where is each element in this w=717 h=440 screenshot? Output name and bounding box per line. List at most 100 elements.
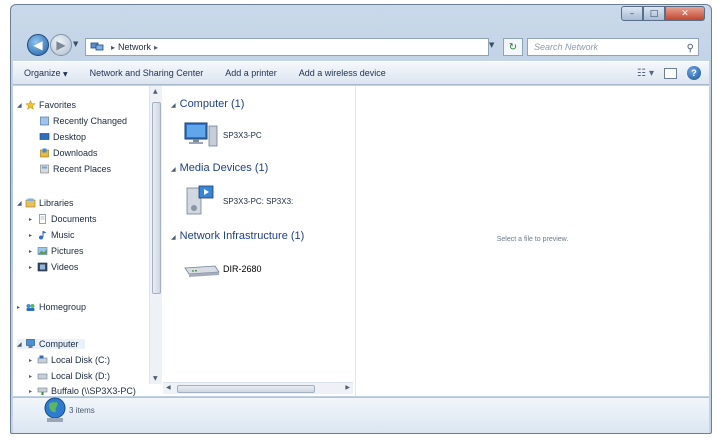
file-item-computer[interactable]: SP3X3-PC: [181, 120, 262, 150]
group-header-media-devices[interactable]: ◢ Media Devices (1): [171, 162, 268, 174]
expand-icon[interactable]: ▸: [29, 373, 35, 380]
group-header-label: Media Devices (1): [179, 162, 269, 174]
help-icon[interactable]: ?: [687, 66, 701, 80]
scroll-down-icon[interactable]: ▼: [153, 375, 158, 382]
recently-changed-icon: [40, 116, 49, 126]
media-device-icon: [186, 185, 214, 215]
organize-label: Organize: [24, 68, 61, 78]
close-button[interactable]: ✕: [665, 6, 705, 21]
network-icon: [90, 42, 104, 51]
scroll-left-icon[interactable]: ◀: [166, 384, 171, 391]
group-header-computer[interactable]: ◢ Computer (1): [171, 98, 244, 110]
nav-favorites[interactable]: ◢ Favorites: [17, 100, 76, 110]
nav-item-label: Music: [51, 230, 75, 240]
scroll-thumb[interactable]: [152, 102, 161, 294]
documents-icon: [39, 214, 46, 224]
nav-videos[interactable]: ▸ Videos: [29, 262, 78, 272]
search-input[interactable]: Search Network ⚲: [527, 38, 699, 56]
preview-pane-icon[interactable]: [664, 67, 677, 79]
network-sharing-center-button[interactable]: Network and Sharing Center: [79, 68, 215, 78]
nav-item-label: Recent Places: [53, 164, 112, 174]
collapse-group-icon[interactable]: ◢: [171, 102, 176, 109]
window-controls: – □ ✕: [621, 6, 705, 21]
nav-item-label: Videos: [51, 262, 79, 272]
forward-button[interactable]: ▶: [50, 34, 72, 56]
nav-item-label: Local Disk (C:): [51, 355, 111, 365]
scroll-right-icon[interactable]: ▶: [345, 384, 350, 391]
nav-pane-scrollbar[interactable]: ▲ ▼: [149, 86, 162, 384]
organize-button[interactable]: Organize ▼: [13, 68, 79, 78]
file-item-router[interactable]: DIR-2680: [181, 258, 262, 280]
nav-music[interactable]: ▸ Music: [29, 230, 75, 240]
nav-pictures[interactable]: ▸ Pictures: [29, 246, 84, 256]
file-list-horizontal-scrollbar[interactable]: ◀ ▶: [163, 382, 353, 394]
command-bar: Organize ▼ Network and Sharing Center Ad…: [13, 61, 709, 85]
collapse-group-icon[interactable]: ◢: [171, 166, 176, 173]
expand-icon[interactable]: ▸: [29, 248, 35, 255]
nav-item-label: Documents: [51, 214, 97, 224]
collapse-icon[interactable]: ◢: [17, 341, 23, 348]
expand-icon[interactable]: ▸: [29, 232, 35, 239]
preview-pane: Select a file to preview.: [355, 86, 709, 396]
back-button[interactable]: ◀: [27, 34, 49, 56]
nav-desktop[interactable]: Desktop: [39, 132, 86, 142]
group-header-label: Network Infrastructure (1): [179, 230, 305, 242]
minimize-button[interactable]: –: [621, 6, 643, 21]
computer-icon: [26, 339, 35, 348]
nav-recent-places[interactable]: Recent Places: [39, 164, 111, 174]
breadcrumb-network[interactable]: Network: [118, 42, 151, 52]
file-item-label: SP3X3-PC: [223, 130, 262, 140]
nav-recently-changed[interactable]: Recently Changed: [39, 116, 127, 126]
chevron-down-icon: ▼: [63, 71, 68, 78]
nav-homegroup-label: Homegroup: [39, 302, 87, 312]
desktop-icon: [39, 133, 50, 140]
refresh-button[interactable]: ↻: [503, 38, 523, 56]
search-icon[interactable]: ⚲: [687, 41, 694, 57]
expand-icon[interactable]: ▸: [29, 216, 35, 223]
expand-icon[interactable]: ▸: [29, 357, 35, 364]
address-bar[interactable]: ▸ Network ▸: [85, 38, 489, 56]
expand-icon[interactable]: ▸: [29, 388, 35, 395]
maximize-button[interactable]: □: [643, 6, 665, 21]
star-icon: [25, 100, 36, 110]
change-view-icon[interactable]: ☷ ▾: [637, 68, 654, 79]
collapse-group-icon[interactable]: ◢: [171, 234, 176, 241]
expand-icon[interactable]: ▸: [29, 264, 35, 271]
add-printer-button[interactable]: Add a printer: [214, 68, 288, 78]
view-controls: ☷ ▾ ?: [637, 66, 701, 80]
nav-item-label: Local Disk (D:): [51, 371, 111, 381]
nav-local-disk-c[interactable]: ▸ Local Disk (C:): [29, 355, 110, 365]
computer-icon: [184, 122, 218, 147]
breadcrumb-chevron-icon[interactable]: ▸: [154, 43, 158, 52]
scroll-up-icon[interactable]: ▲: [153, 88, 158, 95]
nav-item-label: Desktop: [53, 132, 87, 142]
collapse-icon[interactable]: ◢: [17, 102, 23, 109]
details-pane: 3 items: [13, 397, 709, 433]
nav-computer[interactable]: ◢ Computer: [17, 339, 85, 349]
search-placeholder: Search Network: [534, 42, 599, 52]
nav-local-disk-d[interactable]: ▸ Local Disk (D:): [29, 371, 110, 381]
nav-downloads[interactable]: Downloads: [39, 148, 98, 158]
recent-places-icon: [40, 164, 49, 174]
add-wireless-device-button[interactable]: Add a wireless device: [288, 68, 397, 78]
navigation-bar: ◀ ▶ ▼ ▸ Network ▸ ▼ ↻ Search Network ⚲: [11, 31, 711, 59]
homegroup-icon: [26, 304, 35, 311]
recent-pages-dropdown-icon[interactable]: ▼: [73, 40, 78, 48]
title-bar[interactable]: – □ ✕: [11, 5, 711, 29]
group-header-label: Computer (1): [179, 98, 245, 110]
address-dropdown-icon[interactable]: ▼: [489, 41, 494, 49]
file-list: ◢ Computer (1) SP3X3-PC ◢ Media Devices (1…: [163, 86, 353, 384]
file-item-media-device[interactable]: SP3X3-PC: SP3X3:: [181, 184, 293, 218]
group-header-network-infrastructure[interactable]: ◢ Network Infrastructure (1): [171, 230, 304, 242]
scroll-thumb[interactable]: [177, 385, 315, 393]
router-icon: [184, 265, 220, 277]
collapse-icon[interactable]: ◢: [17, 200, 23, 207]
nav-homegroup[interactable]: ▸ Homegroup: [17, 302, 86, 312]
nav-documents[interactable]: ▸ Documents: [29, 214, 97, 224]
nav-item-label: Pictures: [51, 246, 84, 256]
downloads-icon: [40, 148, 49, 158]
expand-icon[interactable]: ▸: [17, 304, 23, 311]
breadcrumb-separator-icon[interactable]: ▸: [111, 43, 115, 52]
nav-libraries[interactable]: ◢ Libraries: [17, 198, 74, 208]
pictures-icon: [37, 247, 48, 255]
